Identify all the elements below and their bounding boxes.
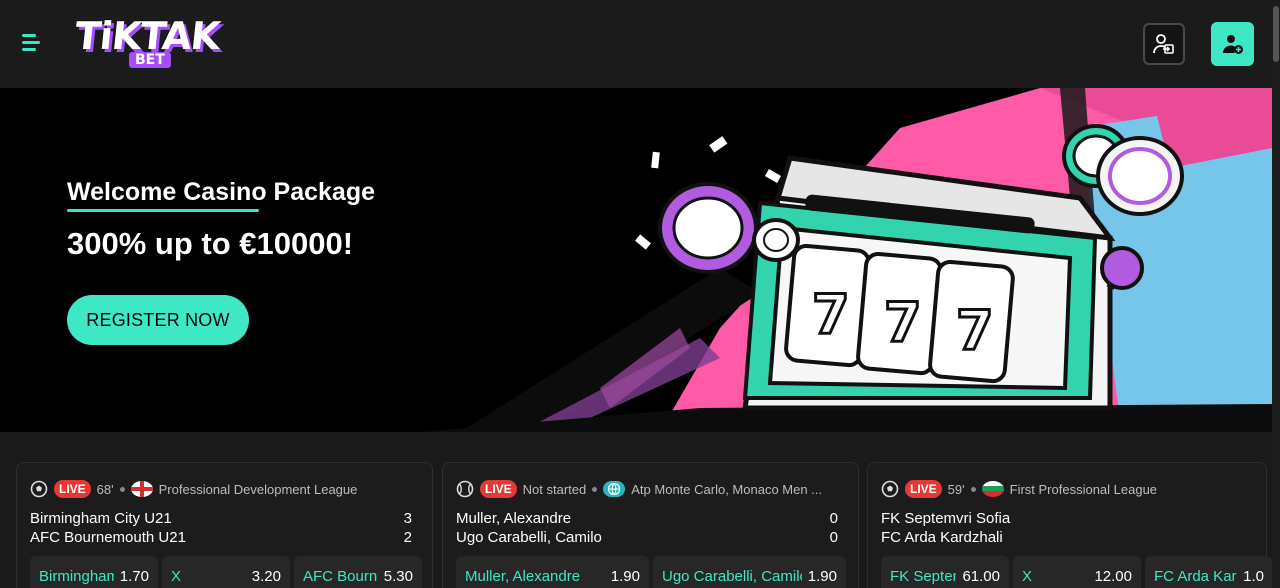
odds-value: 5.30: [383, 567, 413, 585]
odds-label: AFC Bournemouth U21: [303, 567, 378, 585]
tennis-ball-icon: [456, 480, 474, 498]
soccer-ball-icon: [30, 480, 48, 498]
odds-label: Birmingham City U21: [39, 567, 114, 585]
odds-value: 1.90: [807, 567, 837, 585]
svg-text:7: 7: [884, 291, 922, 354]
login-user-icon: [1153, 34, 1174, 54]
away-score: 2: [403, 529, 412, 546]
odds-button-away[interactable]: AFC Bournemouth U21 5.30: [294, 556, 422, 588]
register-now-button[interactable]: REGISTER NOW: [67, 295, 249, 345]
league-name: Professional Development League: [158, 481, 358, 497]
odds-value: 61.00: [962, 567, 1000, 585]
promo-banner[interactable]: 7 7 7 Welcome Casino Package 300% up to …: [0, 88, 1272, 432]
odds-button-away[interactable]: Ugo Carabelli, Camilo 1.90: [653, 556, 846, 588]
odds-button-draw[interactable]: X 3.20: [162, 556, 290, 588]
odds-label: FK Septemvri Sofia: [890, 567, 956, 585]
home-team: FK Septemvri Sofia: [881, 510, 1011, 527]
match-card[interactable]: LIVE Not started Atp Monte Carlo, Monaco…: [442, 462, 859, 588]
live-badge: LIVE: [905, 480, 942, 498]
bulgaria-flag-icon: [981, 481, 1004, 497]
odds-value: 1.90: [610, 567, 640, 585]
promo-title-underline: [67, 209, 259, 212]
svg-text:7: 7: [812, 283, 850, 346]
home-score: 0: [829, 510, 838, 527]
match-card[interactable]: LIVE 68' Professional Development League…: [16, 462, 433, 588]
odds-button-home[interactable]: Muller, Alexandre 1.90: [456, 556, 649, 588]
odds-button-home[interactable]: Birmingham City U21 1.70: [30, 556, 158, 588]
away-team: Ugo Carabelli, Camilo: [456, 529, 602, 546]
match-status: Not started: [522, 481, 587, 497]
scrollbar-track[interactable]: [1272, 0, 1280, 588]
separator-dot: [970, 486, 976, 492]
hamburger-icon[interactable]: [22, 34, 44, 52]
brand-logo-sub: BET: [129, 52, 171, 68]
away-team: AFC Bournemouth U21: [30, 529, 186, 546]
promo-amount: 300% up to €10000!: [67, 226, 354, 261]
odds-value: 1.0: [1243, 567, 1264, 585]
odds-value: 3.20: [251, 567, 281, 585]
home-score: 3: [403, 510, 412, 527]
signup-button[interactable]: [1211, 22, 1254, 66]
odds-button-draw[interactable]: X 12.00: [1013, 556, 1141, 588]
odds-label: X: [1022, 567, 1033, 585]
odds-label: FC Arda Kardzhali: [1154, 567, 1237, 585]
home-team: Birmingham City U21: [30, 510, 172, 527]
home-team: Muller, Alexandre: [456, 510, 572, 527]
match-card-header: LIVE 68' Professional Development League: [30, 480, 357, 498]
league-name: Atp Monte Carlo, Monaco Men ...: [631, 481, 823, 497]
top-header: TiKTAK BET: [0, 0, 1280, 88]
odds-value: 1.70: [119, 567, 149, 585]
live-badge: LIVE: [54, 480, 91, 498]
separator-dot: [119, 486, 125, 492]
match-status: 68': [96, 481, 114, 497]
login-button[interactable]: [1143, 23, 1185, 65]
match-card[interactable]: LIVE 59' First Professional League FK Se…: [867, 462, 1272, 588]
separator-dot: [592, 486, 598, 492]
brand-logo[interactable]: TiKTAK BET: [73, 14, 222, 72]
odds-label: Muller, Alexandre: [465, 567, 581, 585]
match-card-header: LIVE Not started Atp Monte Carlo, Monaco…: [456, 480, 822, 498]
live-matches-carousel: LIVE 68' Professional Development League…: [0, 432, 1272, 588]
odds-label: Ugo Carabelli, Camilo: [662, 567, 802, 585]
odds-button-away[interactable]: FC Arda Kardzhali 1.0: [1145, 556, 1272, 588]
promo-title: Welcome Casino Package: [67, 178, 376, 206]
world-globe-icon: [603, 481, 626, 497]
live-badge: LIVE: [480, 480, 517, 498]
odds-value: 12.00: [1094, 567, 1132, 585]
soccer-ball-icon: [881, 480, 899, 498]
add-user-icon: [1222, 35, 1243, 54]
league-name: First Professional League: [1009, 481, 1158, 497]
england-flag-icon: [130, 481, 153, 497]
match-card-header: LIVE 59' First Professional League: [881, 480, 1157, 498]
svg-text:7: 7: [956, 299, 994, 362]
odds-label: X: [171, 567, 182, 585]
odds-button-home[interactable]: FK Septemvri Sofia 61.00: [881, 556, 1009, 588]
away-score: 0: [829, 529, 838, 546]
scrollbar-thumb[interactable]: [1273, 6, 1279, 62]
match-status: 59': [947, 481, 965, 497]
away-team: FC Arda Kardzhali: [881, 529, 1003, 546]
